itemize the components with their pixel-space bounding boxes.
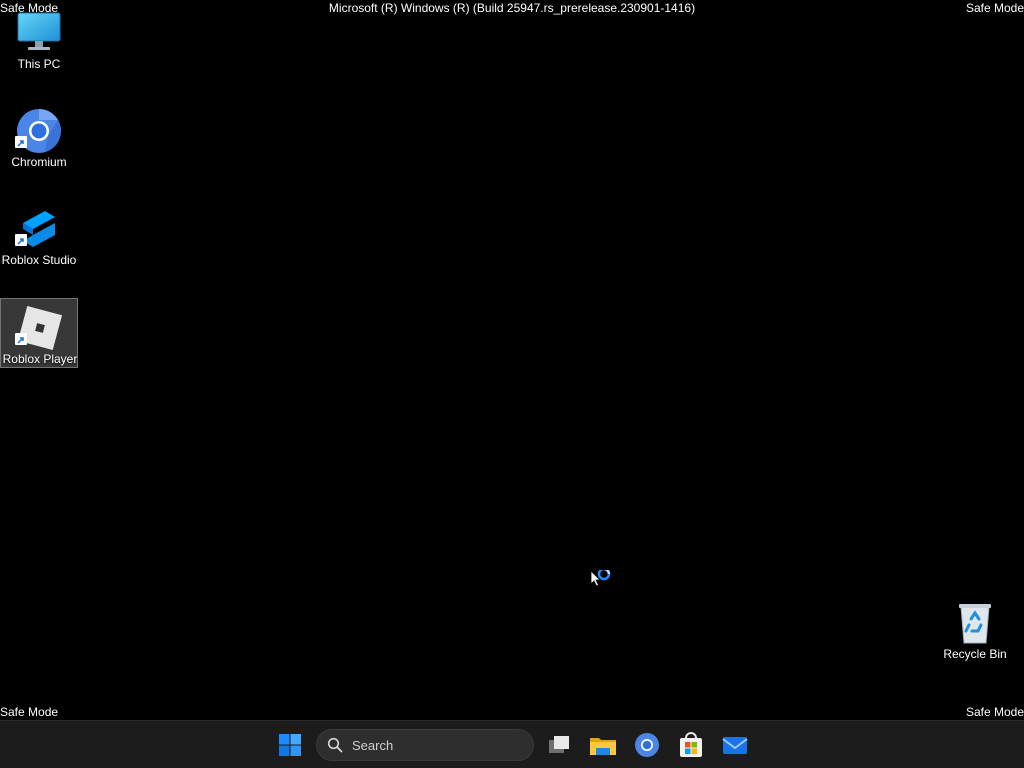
taskbar: Search bbox=[0, 720, 1024, 768]
file-explorer-icon bbox=[590, 738, 616, 755]
microsoft-store-button[interactable] bbox=[675, 729, 707, 761]
desktop-icon-roblox-studio[interactable]: Roblox Studio bbox=[0, 200, 78, 270]
desktop-icon-recycle-bin[interactable]: Recycle Bin bbox=[936, 594, 1014, 664]
search-icon bbox=[327, 737, 343, 753]
start-button[interactable] bbox=[274, 729, 306, 761]
search-placeholder: Search bbox=[352, 738, 394, 753]
busy-cursor-icon bbox=[590, 570, 611, 587]
taskbar-search-box[interactable]: Search bbox=[316, 729, 534, 761]
shortcut-arrow-icon bbox=[15, 333, 27, 345]
file-explorer-button[interactable] bbox=[587, 729, 619, 761]
desktop-icon-this-pc[interactable]: This PC bbox=[0, 4, 78, 74]
microsoft-store-icon bbox=[680, 732, 702, 757]
shortcut-arrow-icon bbox=[15, 234, 27, 246]
desktop-icon-label: Chromium bbox=[11, 155, 67, 169]
safe-mode-label-bottom-left: Safe Mode bbox=[0, 705, 59, 719]
chromium-taskbar-button[interactable] bbox=[631, 729, 663, 761]
start-icon bbox=[279, 734, 301, 756]
mail-button[interactable] bbox=[719, 729, 751, 761]
desktop-icon-label: Roblox Player bbox=[2, 352, 78, 366]
desktop-icon-roblox-player[interactable]: Roblox Player bbox=[0, 298, 78, 368]
mail-icon bbox=[722, 737, 748, 754]
desktop-icon-label: Recycle Bin bbox=[943, 647, 1007, 661]
desktop-icon-label: Roblox Studio bbox=[1, 253, 77, 267]
build-watermark: Microsoft (R) Windows (R) (Build 25947.r… bbox=[328, 1, 696, 15]
recycle-bin-icon bbox=[959, 604, 991, 644]
chromium-icon bbox=[635, 733, 659, 757]
desktop-icon-label: This PC bbox=[17, 57, 61, 71]
shortcut-arrow-icon bbox=[15, 136, 27, 148]
monitor-icon bbox=[17, 12, 61, 50]
desktop-icon-chromium[interactable]: Chromium bbox=[0, 102, 78, 172]
task-view-button[interactable] bbox=[543, 729, 575, 761]
desktop[interactable]: Safe Mode Safe Mode Microsoft (R) Window… bbox=[0, 0, 1024, 720]
safe-mode-label-bottom-right: Safe Mode bbox=[965, 705, 1024, 719]
task-view-icon bbox=[549, 736, 569, 753]
